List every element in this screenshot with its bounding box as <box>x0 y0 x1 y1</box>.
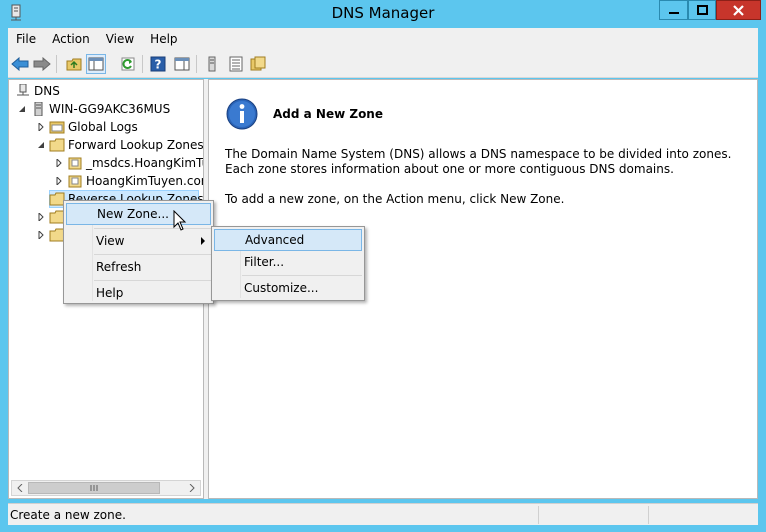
dns-manager-window: DNS Manager File Action View Help ? DNS … <box>0 0 766 532</box>
status-divider <box>648 506 649 524</box>
info-icon <box>226 98 258 130</box>
show-hide-console-tree-button[interactable] <box>86 54 106 74</box>
status-text: Create a new zone. <box>10 508 126 522</box>
dns-icon <box>17 84 29 96</box>
context-menu: New Zone... View Refresh Help <box>63 200 214 304</box>
close-icon <box>733 4 744 16</box>
tree-node-zone-msdcs[interactable]: _msdcs.HoangKimTu <box>54 154 204 172</box>
menu-help[interactable]: Help <box>142 32 185 46</box>
result-instruction: To add a new zone, on the Action menu, c… <box>225 192 565 206</box>
status-divider <box>538 506 539 524</box>
list-button[interactable] <box>226 54 246 74</box>
window-title: DNS Manager <box>331 4 435 22</box>
expand-arrow-icon[interactable] <box>36 122 46 132</box>
forward-arrow-icon <box>33 57 51 71</box>
collapse-arrow-icon[interactable] <box>17 104 27 114</box>
server-icon <box>34 102 43 116</box>
minimize-button[interactable] <box>659 0 688 20</box>
folder-icon <box>49 138 65 152</box>
tree-label: WIN-GG9AKC36MUS <box>49 102 171 116</box>
show-hide-action-pane-button[interactable] <box>172 54 192 74</box>
back-button[interactable] <box>10 54 30 74</box>
menu-item-label: View <box>96 234 125 248</box>
tree-node-server[interactable]: WIN-GG9AKC36MUS <box>17 100 170 118</box>
tree-node-zone-hoangkimtuyen[interactable]: HoangKimTuyen.cor <box>54 172 204 190</box>
zone-icon <box>68 175 82 188</box>
tree-node-dns[interactable]: DNS <box>15 82 60 100</box>
submenu-item-customize[interactable]: Customize... <box>214 277 362 299</box>
menu-view[interactable]: View <box>98 32 142 46</box>
tree-node-global-logs[interactable]: Global Logs <box>36 118 138 136</box>
submenu-item-filter[interactable]: Filter... <box>214 251 362 273</box>
tree-label: DNS <box>34 84 60 98</box>
show-hide-console-tree-icon <box>88 57 104 71</box>
toolbar-separator <box>56 55 57 73</box>
svg-text:?: ? <box>155 58 162 72</box>
menu-item-help[interactable]: Help <box>66 282 211 304</box>
tree-label: Global Logs <box>68 120 138 134</box>
tree-node-forward-zones[interactable]: Forward Lookup Zones <box>36 136 204 154</box>
expand-arrow-icon[interactable] <box>36 212 46 222</box>
forward-button[interactable] <box>32 54 52 74</box>
mouse-cursor-icon <box>173 210 187 231</box>
maximize-icon <box>696 5 708 15</box>
log-folder-icon <box>49 121 65 134</box>
show-hide-action-pane-icon <box>174 57 190 71</box>
menu-separator <box>94 254 211 255</box>
tree-label: HoangKimTuyen.cor <box>86 174 204 188</box>
list-icon <box>229 56 243 72</box>
result-heading: Add a New Zone <box>273 107 383 121</box>
expand-arrow-icon[interactable] <box>54 158 64 168</box>
back-arrow-icon <box>11 57 29 71</box>
server-icon <box>208 56 216 72</box>
submenu-arrow-icon <box>201 237 205 245</box>
minimize-icon <box>668 12 679 14</box>
menu-item-refresh[interactable]: Refresh <box>66 256 211 278</box>
menu-separator <box>94 280 211 281</box>
menu-action[interactable]: Action <box>44 32 98 46</box>
close-button[interactable] <box>716 0 761 20</box>
title-bar[interactable]: DNS Manager <box>0 0 766 27</box>
submenu-item-advanced[interactable]: Advanced <box>214 229 362 251</box>
folder-button[interactable] <box>248 54 268 74</box>
refresh-icon <box>121 57 135 71</box>
tree-label: Forward Lookup Zones <box>68 138 204 152</box>
menu-separator <box>94 228 211 229</box>
toolbar-separator <box>196 55 197 73</box>
scroll-left-icon[interactable] <box>13 482 27 494</box>
refresh-button[interactable] <box>118 54 138 74</box>
zone-icon <box>68 157 82 170</box>
help-icon: ? <box>150 56 166 72</box>
toolbar-separator <box>142 55 143 73</box>
tree-label: _msdcs.HoangKimTu <box>86 156 204 170</box>
up-folder-icon <box>66 58 82 71</box>
maximize-button[interactable] <box>688 0 716 20</box>
horizontal-scrollbar[interactable] <box>11 480 201 496</box>
toolbar: ? <box>8 50 758 78</box>
result-description: The Domain Name System (DNS) allows a DN… <box>225 147 732 176</box>
menu-separator <box>242 275 362 276</box>
menu-bar: File Action View Help <box>8 28 758 50</box>
scroll-thumb[interactable] <box>28 482 160 494</box>
menu-file[interactable]: File <box>8 32 44 46</box>
expand-arrow-icon[interactable] <box>54 176 64 186</box>
scroll-right-icon[interactable] <box>185 482 199 494</box>
collapse-arrow-icon[interactable] <box>36 140 46 150</box>
menu-item-new-zone[interactable]: New Zone... <box>66 203 211 225</box>
expand-arrow-icon[interactable] <box>36 230 46 240</box>
status-bar: Create a new zone. <box>8 503 758 525</box>
help-button[interactable]: ? <box>148 54 168 74</box>
server-button[interactable] <box>202 54 222 74</box>
view-submenu: Advanced Filter... Customize... <box>211 226 365 301</box>
up-one-level-button[interactable] <box>64 54 84 74</box>
menu-item-view[interactable]: View <box>66 230 211 252</box>
folder-icon <box>250 56 266 71</box>
